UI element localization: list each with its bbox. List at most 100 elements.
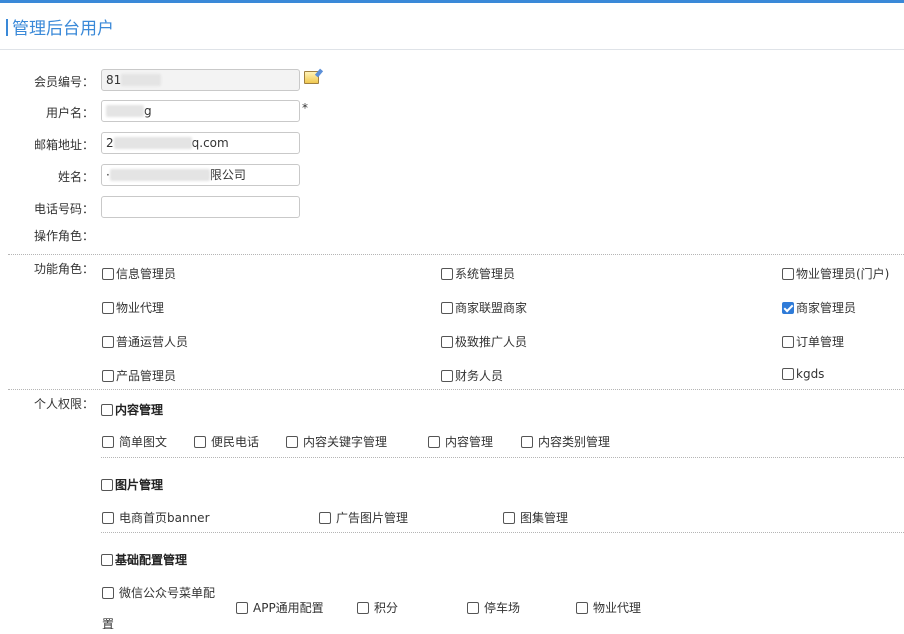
redacted-blur — [106, 105, 144, 117]
edit-icon[interactable] — [304, 71, 319, 84]
page-title: 管理后台用户 — [6, 14, 114, 39]
role-checkbox[interactable]: kgds — [782, 367, 824, 381]
role-label: 产品管理员 — [116, 369, 177, 383]
role-label: 财务人员 — [455, 369, 504, 383]
perm-label: 内容关键字管理 — [303, 435, 388, 449]
role-label: kgds — [796, 367, 825, 381]
role-checkbox[interactable]: 物业代理 — [102, 299, 164, 316]
perm-label: 微信公众号菜单配 — [119, 586, 216, 600]
perm-checkbox[interactable]: 简单图文 — [102, 433, 167, 450]
role-checkbox[interactable]: 普通运营人员 — [102, 333, 188, 350]
phone-label: 电话号码： — [33, 202, 94, 216]
checkbox-box[interactable] — [503, 511, 515, 524]
role-checkbox[interactable]: 订单管理 — [782, 333, 844, 350]
role-checkbox[interactable]: 物业管理员(门户) — [782, 265, 889, 282]
perm-label: 内容类别管理 — [538, 435, 611, 449]
username-field[interactable]: g — [101, 100, 300, 122]
checkbox-box[interactable] — [782, 267, 794, 280]
checkbox-box[interactable] — [236, 601, 248, 614]
perm-checkbox[interactable]: 广告图片管理 — [319, 509, 408, 526]
role-checkbox[interactable]: 信息管理员 — [102, 265, 176, 282]
perm-label: 简单图文 — [119, 435, 168, 449]
group-title: 内容管理 — [115, 403, 164, 417]
checkbox-box[interactable] — [782, 335, 794, 348]
perm-checkbox[interactable]: 电商首页banner — [102, 509, 210, 526]
checkbox-box[interactable] — [521, 435, 533, 448]
checkbox-box[interactable] — [102, 301, 114, 314]
checkbox-box[interactable] — [102, 586, 114, 599]
checkbox-box[interactable] — [441, 267, 453, 280]
role-label: 系统管理员 — [455, 267, 516, 281]
perm-checkbox[interactable]: 内容关键字管理 — [286, 433, 387, 450]
checkbox-box[interactable] — [102, 511, 114, 524]
perm-group-image[interactable]: 图片管理 — [101, 476, 163, 493]
phone-field[interactable] — [101, 196, 300, 218]
top-accent-bar — [0, 0, 904, 3]
perm-checkbox[interactable]: 积分 — [357, 599, 398, 616]
role-label: 信息管理员 — [116, 267, 177, 281]
role-label: 订单管理 — [796, 335, 845, 349]
perm-label: 便民电话 — [211, 435, 260, 449]
checkbox-box[interactable] — [102, 369, 114, 382]
checkbox-box[interactable] — [576, 601, 588, 614]
email-suffix: q.com — [191, 136, 229, 150]
email-field[interactable]: 2 q.com — [101, 132, 300, 154]
perm-checkbox[interactable]: 内容类别管理 — [521, 433, 610, 450]
member-no-field[interactable]: 81 — [101, 69, 300, 91]
group-title: 图片管理 — [115, 478, 164, 492]
role-checkbox[interactable]: 产品管理员 — [102, 367, 176, 384]
name-suffix: 限公司 — [209, 168, 246, 182]
perm-label: 内容管理 — [445, 435, 494, 449]
perm-checkbox[interactable]: APP通用配置 — [236, 599, 324, 616]
title-marker — [6, 19, 8, 36]
checkbox-box[interactable] — [101, 553, 113, 566]
perm-checkbox[interactable]: 内容管理 — [428, 433, 493, 450]
perm-label: 图集管理 — [520, 511, 569, 525]
role-checkbox[interactable]: 系统管理员 — [441, 265, 515, 282]
personal-perms-label: 个人权限： — [33, 397, 94, 411]
checkbox-box[interactable] — [467, 601, 479, 614]
perm-checkbox[interactable]: 便民电话 — [194, 433, 259, 450]
op-role-label: 操作角色： — [33, 229, 94, 243]
checkbox-box[interactable] — [319, 511, 331, 524]
checkbox-box[interactable] — [102, 435, 114, 448]
checkbox-box[interactable] — [441, 369, 453, 382]
role-checkbox[interactable]: 商家管理员 — [782, 299, 856, 316]
perm-label: 广告图片管理 — [336, 511, 409, 525]
perm-checkbox[interactable]: 物业代理 — [576, 599, 641, 616]
role-checkbox[interactable]: 极致推广人员 — [441, 333, 527, 350]
username-label: 用户名： — [45, 106, 94, 120]
perm-group-content[interactable]: 内容管理 — [101, 401, 163, 418]
checkbox-box[interactable] — [286, 435, 298, 448]
perm-label: 物业代理 — [593, 601, 642, 615]
function-roles-label: 功能角色： — [33, 262, 94, 276]
checkbox-box[interactable] — [441, 335, 453, 348]
checkbox-box[interactable] — [102, 267, 114, 280]
perm-label: 电商首页banner — [119, 511, 210, 525]
email-label: 邮箱地址： — [33, 138, 94, 152]
checkbox-box[interactable] — [102, 335, 114, 348]
checkbox-box[interactable] — [101, 403, 113, 416]
username-value: g — [144, 104, 152, 118]
required-mark: * — [302, 101, 308, 115]
checkbox-box[interactable] — [782, 368, 794, 380]
redacted-blur — [113, 137, 192, 149]
checkbox-box[interactable] — [441, 301, 453, 314]
name-field[interactable]: · 限公司 — [101, 164, 300, 186]
checkbox-box-checked[interactable] — [782, 301, 794, 314]
role-label: 极致推广人员 — [455, 335, 528, 349]
email-prefix: 2 — [106, 136, 114, 150]
perm-checkbox[interactable]: 微信公众号菜单配 — [102, 584, 215, 601]
checkbox-box[interactable] — [194, 435, 206, 448]
checkbox-box[interactable] — [428, 435, 440, 448]
divider — [8, 389, 904, 390]
role-label: 物业代理 — [116, 301, 165, 315]
perm-checkbox[interactable]: 停车场 — [467, 599, 520, 616]
role-checkbox[interactable]: 财务人员 — [441, 367, 503, 384]
checkbox-box[interactable] — [101, 478, 113, 491]
role-checkbox[interactable]: 商家联盟商家 — [441, 299, 527, 316]
group-title: 基础配置管理 — [115, 553, 188, 567]
checkbox-box[interactable] — [357, 601, 369, 614]
perm-group-basic-config[interactable]: 基础配置管理 — [101, 551, 187, 568]
perm-checkbox[interactable]: 图集管理 — [503, 509, 568, 526]
